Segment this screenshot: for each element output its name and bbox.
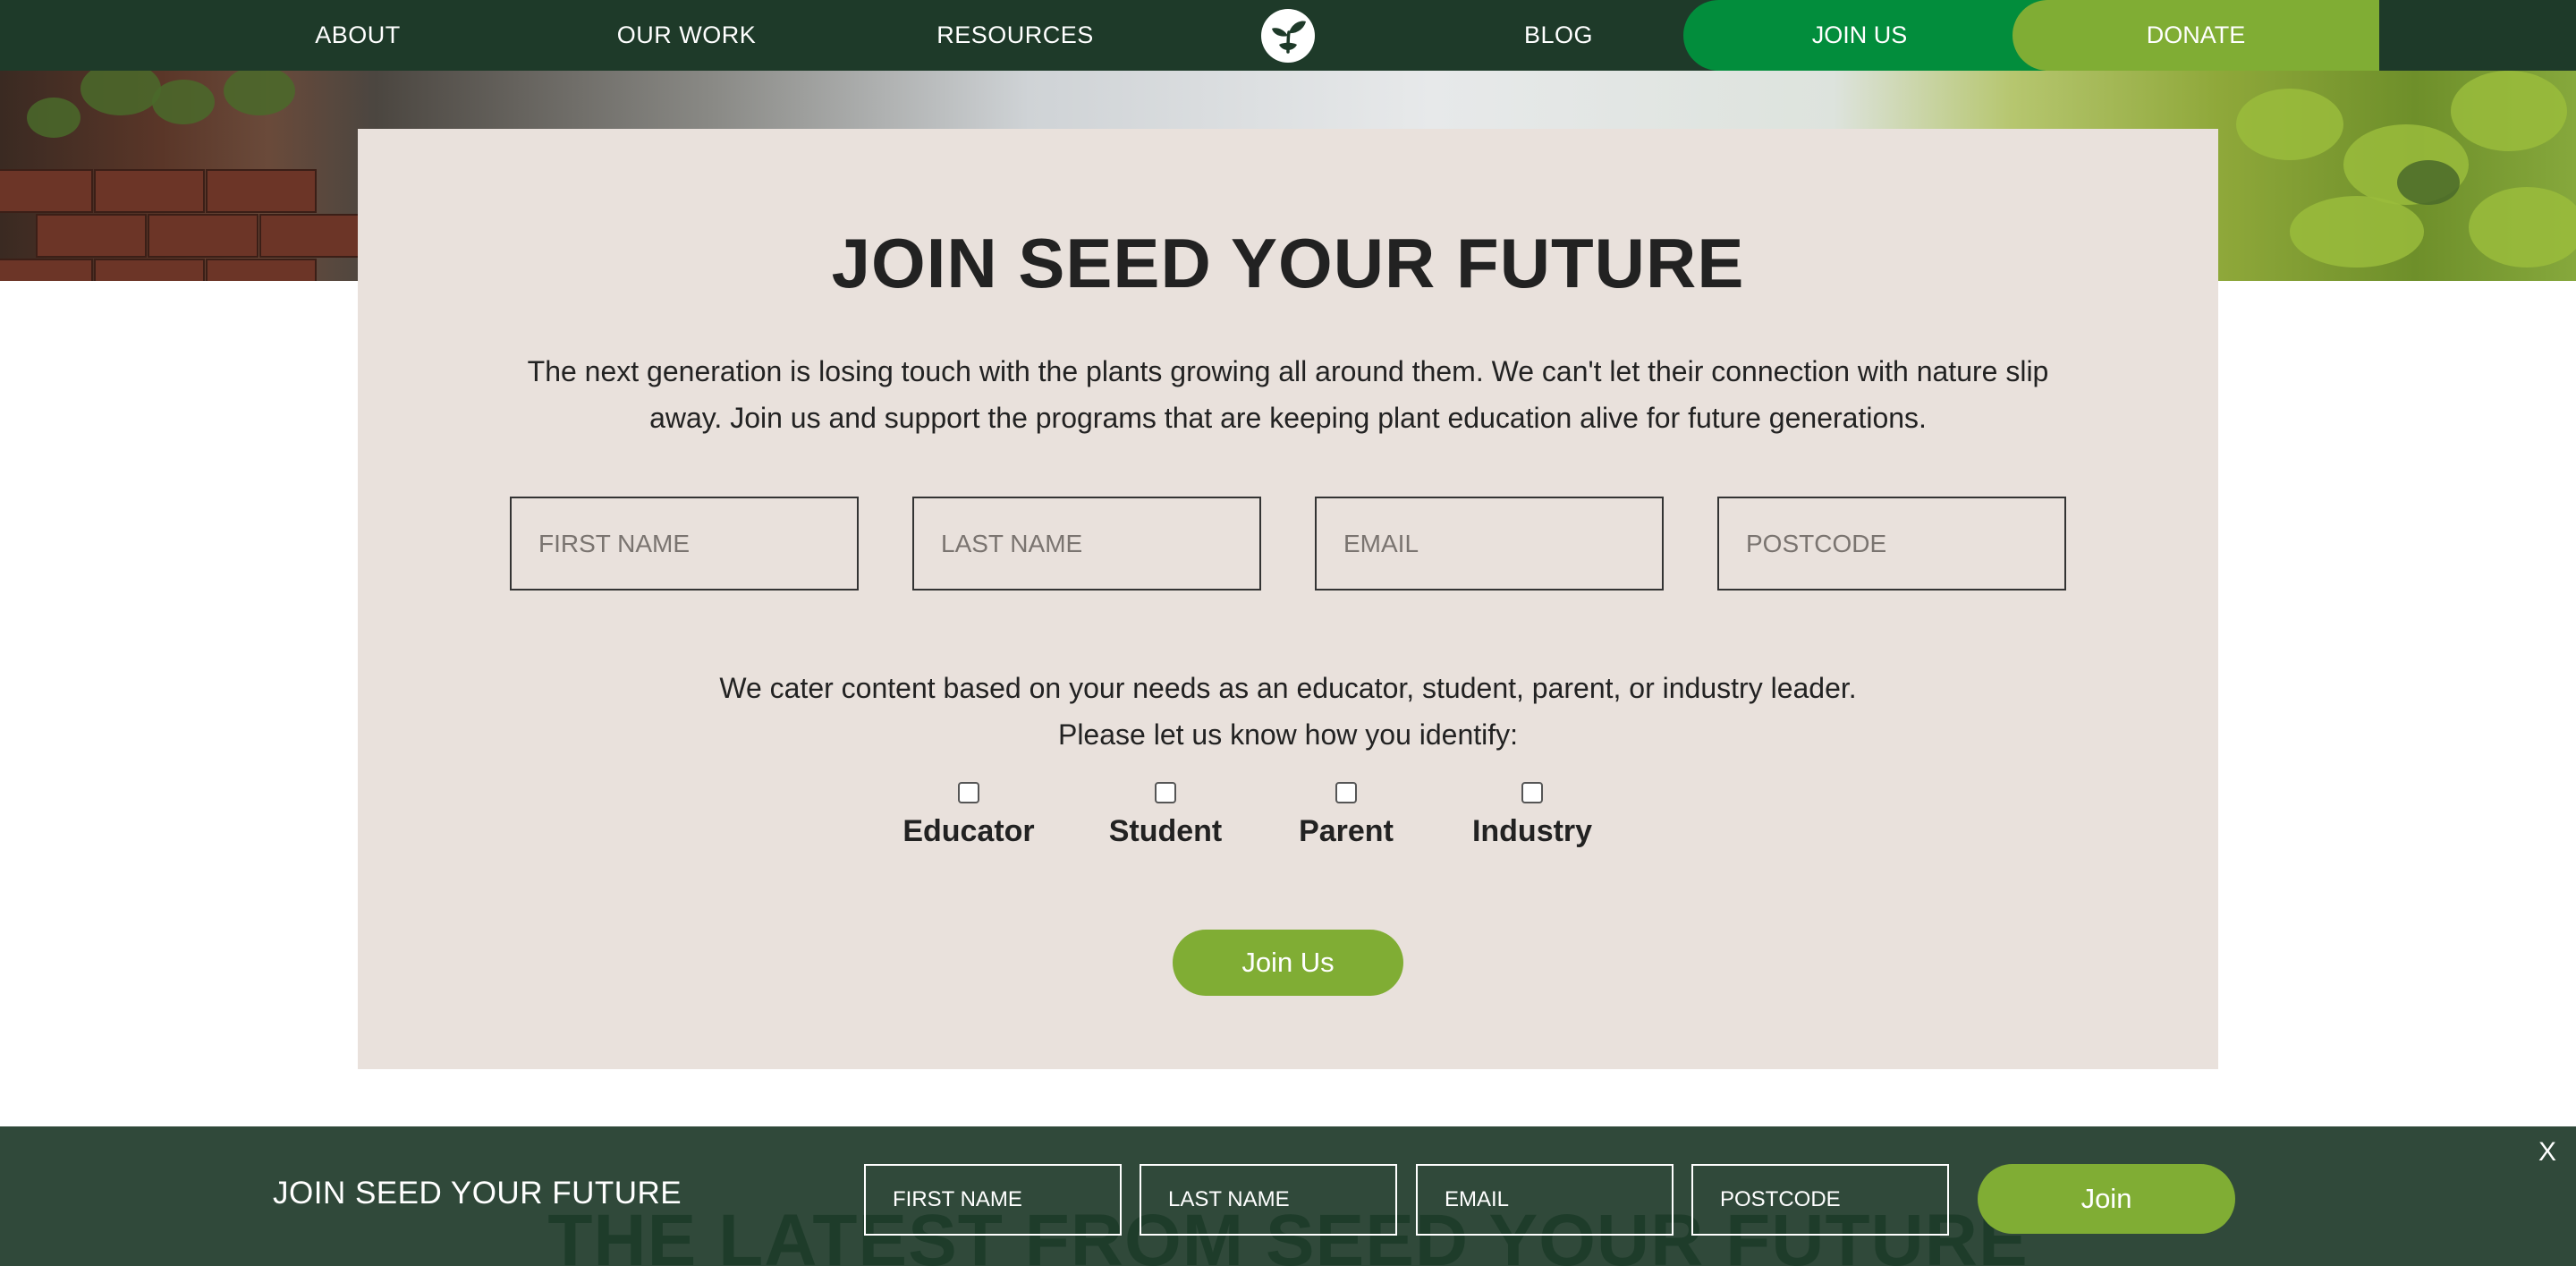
sticky-bar-title: JOIN SEED YOUR FUTURE: [273, 1176, 682, 1211]
brick-decoration: [36, 214, 147, 258]
parent-label: Parent: [1299, 814, 1394, 848]
sticky-first-name-input[interactable]: [864, 1164, 1122, 1236]
brick-decoration: [259, 214, 370, 258]
postcode-input[interactable]: [1717, 497, 2066, 591]
nav-blog-link[interactable]: BLOG: [1467, 0, 1650, 71]
foliage-decoration: [2451, 71, 2567, 151]
ivy-leaf-decoration: [27, 98, 80, 138]
brick-decoration: [148, 214, 258, 258]
ivy-leaf-decoration: [80, 71, 161, 115]
brick-decoration: [0, 169, 93, 213]
identify-option-educator: Educator: [888, 782, 1049, 849]
top-navigation: ABOUT OUR WORK RESOURCES BLOG JOIN US DO…: [0, 0, 2576, 71]
sticky-signup-bar: JOIN SEED YOUR FUTURE Join X: [0, 1126, 2576, 1266]
industry-label: Industry: [1471, 814, 1593, 848]
brick-decoration: [0, 259, 93, 281]
sticky-last-name-input[interactable]: [1140, 1164, 1397, 1236]
parent-checkbox[interactable]: [1335, 782, 1357, 803]
educator-label: Educator: [902, 814, 1035, 848]
industry-checkbox[interactable]: [1521, 782, 1543, 803]
identify-option-student: Student: [1085, 782, 1246, 849]
identify-option-parent: Parent: [1266, 782, 1427, 849]
student-label: Student: [1108, 814, 1223, 848]
close-icon[interactable]: X: [2538, 1137, 2556, 1168]
foliage-decoration: [2290, 196, 2424, 268]
join-card-title: JOIN SEED YOUR FUTURE: [831, 224, 1745, 302]
last-name-input[interactable]: [912, 497, 1261, 591]
email-input[interactable]: [1315, 497, 1664, 591]
educator-checkbox[interactable]: [958, 782, 979, 803]
identify-prompt-line1: We cater content based on your needs as …: [719, 672, 1857, 704]
student-checkbox[interactable]: [1155, 782, 1176, 803]
sticky-email-input[interactable]: [1416, 1164, 1674, 1236]
nav-resources-link[interactable]: RESOURCES: [921, 0, 1109, 71]
sticky-join-button[interactable]: Join: [1978, 1164, 2235, 1234]
join-card: JOIN SEED YOUR FUTURE The next generatio…: [358, 129, 2218, 1069]
join-us-submit-button[interactable]: Join Us: [1173, 930, 1403, 996]
nav-about-link[interactable]: ABOUT: [268, 0, 447, 71]
brick-decoration: [94, 169, 205, 213]
first-name-input[interactable]: [510, 497, 859, 591]
brick-decoration: [206, 259, 317, 281]
identify-prompt-line2: Please let us know how you identify:: [1057, 718, 1519, 751]
sticky-postcode-input[interactable]: [1691, 1164, 1949, 1236]
nav-donate-button[interactable]: DONATE: [2012, 0, 2379, 71]
brick-decoration: [94, 259, 205, 281]
foliage-decoration: [2236, 89, 2343, 160]
identify-option-industry: Industry: [1452, 782, 1613, 849]
ivy-leaf-decoration: [152, 80, 215, 124]
sprout-logo-icon[interactable]: [1261, 9, 1315, 63]
foliage-decoration: [2469, 187, 2576, 268]
nav-our-work-link[interactable]: OUR WORK: [581, 0, 792, 71]
join-card-intro: The next generation is losing touch with…: [527, 355, 2049, 434]
foliage-decoration: [2397, 160, 2460, 205]
ivy-leaf-decoration: [224, 71, 295, 115]
brick-decoration: [206, 169, 317, 213]
identify-prompt: We cater content based on your needs as …: [608, 665, 1968, 758]
